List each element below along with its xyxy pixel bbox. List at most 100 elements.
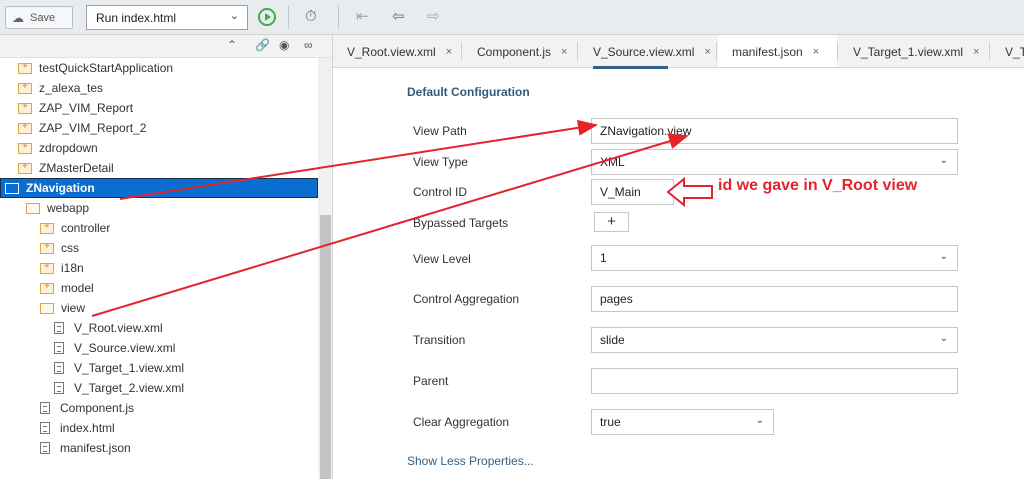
tree-folder-item[interactable]: ZNavigation	[0, 178, 318, 198]
tree-folder-item[interactable]: i18n	[40, 258, 84, 278]
eye-icon[interactable]: ◉	[279, 38, 289, 52]
tree-file-item[interactable]: manifest.json	[40, 438, 131, 458]
tree-file-item[interactable]: V_Target_2.view.xml	[54, 378, 184, 398]
tree-file-item[interactable]: index.html	[40, 418, 115, 438]
forward-icon[interactable]: ⇨	[427, 8, 440, 26]
tab-label: V_Ta	[1005, 44, 1024, 59]
tree-folder-item[interactable]: ZAP_VIM_Report_2	[18, 118, 146, 138]
control-aggregation-value: pages	[600, 292, 633, 306]
file-icon	[40, 422, 50, 434]
tree-file-item[interactable]: Component.js	[40, 398, 134, 418]
cloud-save-icon: ☁	[12, 10, 24, 25]
close-icon[interactable]: ×	[973, 46, 979, 58]
chevron-down-icon: ⌄	[755, 415, 764, 426]
tree-item-label: zdropdown	[39, 141, 98, 155]
glasses-icon[interactable]: ∞	[304, 38, 313, 52]
tree-folder-item[interactable]: ZAP_VIM_Report	[18, 98, 133, 118]
file-icon	[54, 322, 64, 334]
editor-tab[interactable]: V_Ta	[991, 35, 1024, 67]
toolbar: ☁ Save Run index.html ⌄ ⏱ ⇤ ⇦ ⇨	[0, 0, 1024, 35]
tree-folder-item[interactable]: z_alexa_tes	[18, 78, 103, 98]
tab-divider	[716, 42, 717, 61]
tree-item-label: ZAP_VIM_Report_2	[39, 121, 147, 135]
tree-folder-item[interactable]: view	[40, 298, 85, 318]
control-aggregation-input[interactable]: pages	[591, 286, 958, 312]
file-icon	[54, 382, 64, 394]
chevron-down-icon: ⌄	[939, 155, 948, 166]
control-id-value: V_Main	[600, 185, 641, 199]
tree-item-label: model	[61, 281, 94, 295]
editor-tab[interactable]: Component.js ×	[463, 35, 577, 67]
view-level-label: View Level	[413, 252, 471, 266]
editor-tab[interactable]: V_Root.view.xml ×	[333, 35, 461, 67]
tree-item-label: ZAP_VIM_Report	[39, 101, 134, 115]
tree-item-label: V_Source.view.xml	[74, 341, 176, 355]
timer-icon[interactable]: ⏱	[305, 8, 317, 26]
run-config-select[interactable]: Run index.html ⌄	[86, 5, 248, 30]
editor-tabs: V_Root.view.xml × Component.js × V_Source.vi…	[333, 35, 1024, 68]
folder-icon	[40, 261, 54, 274]
view-type-select[interactable]: XML ⌄	[591, 149, 958, 175]
tab-divider	[989, 42, 990, 61]
tree-item-label: webapp	[47, 201, 90, 215]
control-id-input[interactable]: V_Main	[591, 179, 674, 205]
run-config-value: Run index.html	[96, 10, 177, 25]
tree-item-label: controller	[61, 221, 111, 235]
tree-folder-item[interactable]: model	[40, 278, 94, 298]
show-less-properties-link[interactable]: Show Less Properties...	[407, 454, 534, 468]
tab-divider	[837, 42, 838, 61]
file-icon	[54, 342, 64, 354]
tree-item-label: css	[61, 241, 79, 255]
view-level-select[interactable]: 1 ⌄	[591, 245, 958, 271]
tree-folder-item[interactable]: ZMasterDetail	[18, 158, 114, 178]
file-icon	[40, 402, 50, 414]
link-icon[interactable]: 🔗	[255, 38, 270, 52]
tree-file-item[interactable]: V_Target_1.view.xml	[54, 358, 184, 378]
tree-folder-item[interactable]: testQuickStartApplication	[18, 58, 173, 78]
back-icon[interactable]: ⇦	[392, 8, 405, 26]
run-icon[interactable]	[258, 8, 276, 26]
view-path-input[interactable]: ZNavigation.view	[591, 118, 958, 144]
save-button[interactable]: ☁ Save	[5, 6, 73, 29]
editor-tab[interactable]: V_Source.view.xml ×	[579, 35, 716, 67]
collapse-icon[interactable]: ⇤	[356, 8, 369, 26]
file-icon	[40, 442, 50, 454]
close-icon[interactable]: ×	[561, 46, 567, 58]
tree-scrollbar-thumb[interactable]	[320, 215, 331, 479]
tree-folder-item[interactable]: controller	[40, 218, 110, 238]
tab-label: V_Source.view.xml	[593, 44, 695, 59]
tree-item-label: V_Root.view.xml	[74, 321, 163, 335]
parent-input[interactable]	[591, 368, 958, 394]
chevron-up-icon[interactable]: ⌃	[227, 38, 237, 52]
tree-folder-item[interactable]: css	[40, 238, 79, 258]
add-bypassed-target-button[interactable]: +	[594, 212, 629, 232]
tab-divider	[461, 42, 462, 61]
tree-folder-item[interactable]: zdropdown	[18, 138, 98, 158]
folder-open-icon	[40, 302, 54, 314]
editor-tab[interactable]: manifest.json ×	[718, 35, 837, 67]
view-path-value: ZNavigation.view	[600, 124, 692, 138]
close-icon[interactable]: ×	[704, 46, 710, 58]
control-id-label: Control ID	[413, 185, 468, 199]
clear-aggregation-select[interactable]: true ⌄	[591, 409, 774, 435]
ide-window: ☁ Save Run index.html ⌄ ⏱ ⇤ ⇦ ⇨ ⌃ 🔗 ◉ ∞ …	[0, 0, 1024, 479]
close-icon[interactable]: ×	[446, 46, 452, 58]
file-icon	[54, 362, 64, 374]
tree-file-item[interactable]: V_Root.view.xml	[54, 318, 163, 338]
view-path-label: View Path	[413, 124, 467, 138]
folder-icon	[40, 221, 54, 234]
tab-label: Component.js	[477, 44, 552, 59]
view-type-label: View Type	[413, 155, 468, 169]
editor-tab[interactable]: V_Target_1.view.xml ×	[839, 35, 989, 67]
tab-label: V_Root.view.xml	[347, 44, 436, 59]
folder-icon	[18, 81, 32, 94]
folder-icon	[40, 241, 54, 254]
folder-icon	[18, 61, 32, 74]
transition-select[interactable]: slide ⌄	[591, 327, 958, 353]
save-label: Save	[30, 11, 56, 24]
chevron-down-icon: ⌄	[939, 251, 948, 262]
tree-file-item[interactable]: V_Source.view.xml	[54, 338, 175, 358]
close-icon[interactable]: ×	[813, 46, 819, 58]
folder-icon	[18, 161, 32, 174]
tree-folder-item[interactable]: webapp	[26, 198, 89, 218]
